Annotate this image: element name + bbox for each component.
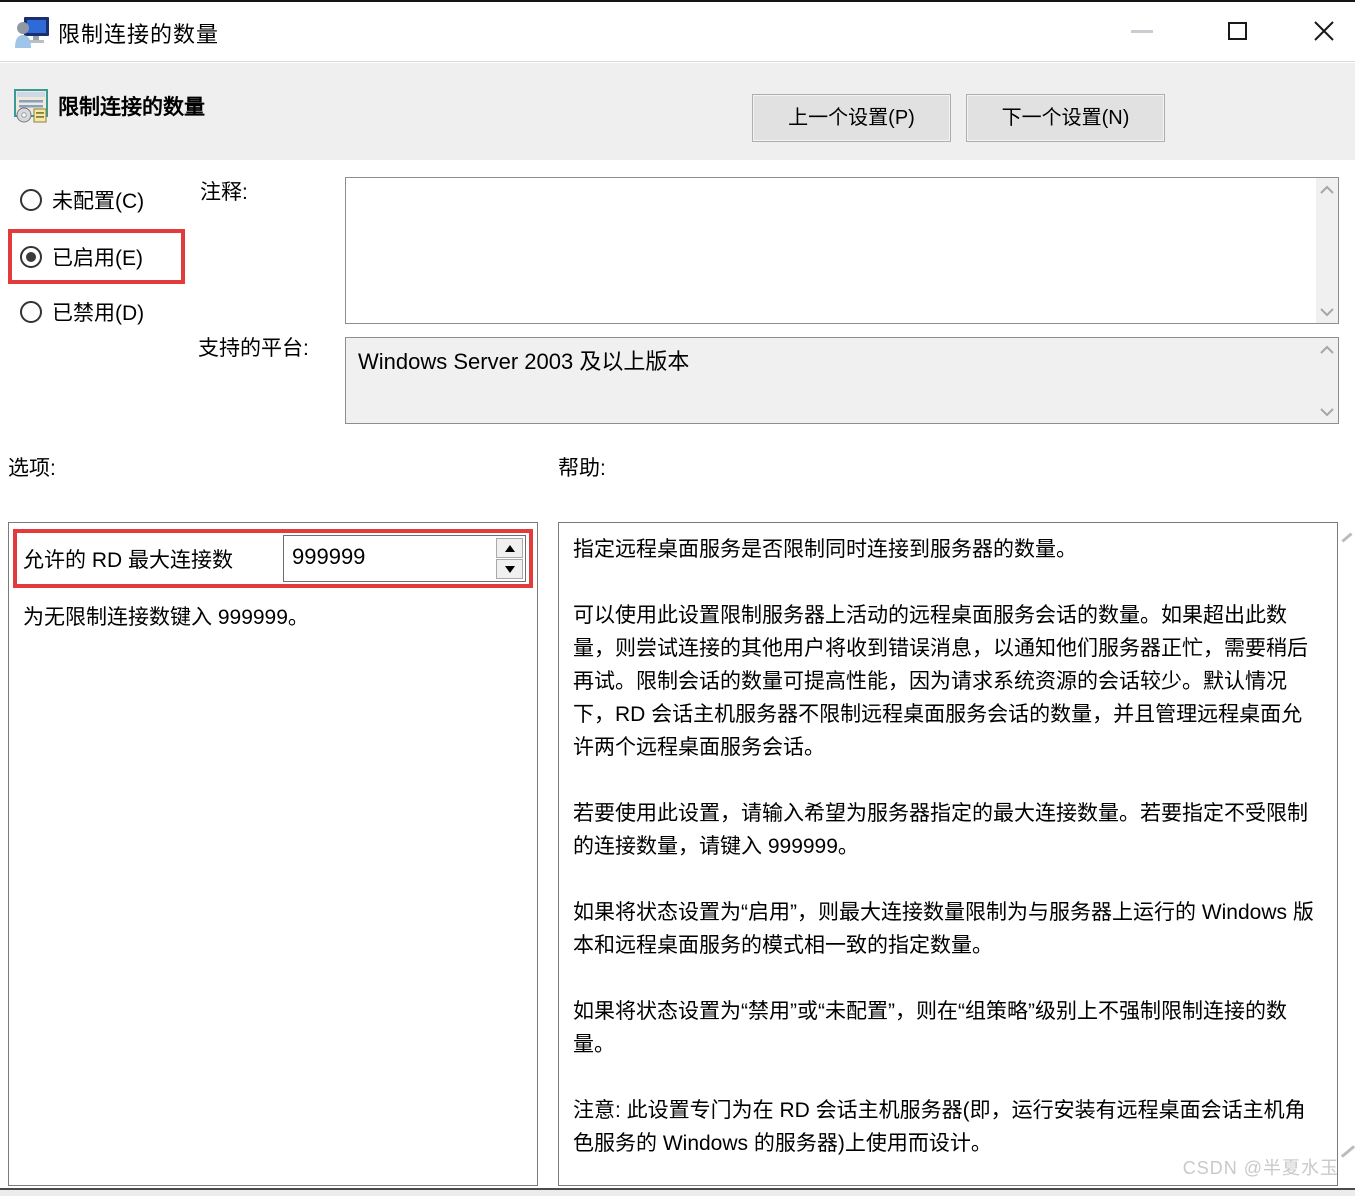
title-bar: 限制连接的数量 bbox=[0, 2, 1355, 62]
supported-on-field: Windows Server 2003 及以上版本 bbox=[345, 337, 1339, 424]
help-paragraph: 可以使用此设置限制服务器上活动的远程桌面服务会话的数量。如果超出此数量，则尝试连… bbox=[573, 604, 1308, 759]
policy-name: 限制连接的数量 bbox=[58, 96, 205, 119]
scroll-up-icon[interactable] bbox=[1316, 178, 1338, 200]
max-connections-label: 允许的 RD 最大连接数 bbox=[23, 549, 233, 572]
comment-scrollbar[interactable] bbox=[1316, 178, 1338, 323]
help-paragraph: 若要使用此设置，请输入希望为服务器指定的最大连接数量。若要指定不受限制的连接数量… bbox=[573, 802, 1308, 858]
comment-label: 注释: bbox=[200, 181, 248, 204]
window-title: 限制连接的数量 bbox=[58, 22, 220, 47]
next-setting-button[interactable]: 下一个设置(N) bbox=[966, 94, 1165, 142]
remote-desktop-app-icon bbox=[15, 17, 49, 48]
minimize-button[interactable] bbox=[1110, 2, 1174, 60]
radio-disabled-label: 已禁用(D) bbox=[52, 302, 145, 325]
help-paragraph: 注意: 此设置专门为在 RD 会话主机服务器(即，运行安装有远程桌面会话主机角色… bbox=[573, 1099, 1306, 1155]
radio-circle bbox=[20, 301, 42, 323]
group-policy-icon bbox=[14, 89, 48, 123]
help-paragraph: 指定远程桌面服务是否限制同时连接到服务器的数量。 bbox=[573, 538, 1077, 561]
radio-enabled-label: 已启用(E) bbox=[52, 247, 143, 270]
options-label: 选项: bbox=[8, 457, 56, 480]
comment-textarea[interactable] bbox=[345, 177, 1339, 324]
previous-setting-button[interactable]: 上一个设置(P) bbox=[752, 94, 951, 142]
max-connections-spinner[interactable]: 999999 bbox=[283, 535, 526, 582]
maximize-button[interactable] bbox=[1205, 2, 1269, 60]
max-connections-value: 999999 bbox=[292, 544, 366, 569]
radio-disabled[interactable]: 已禁用(D) bbox=[20, 297, 144, 327]
close-button[interactable] bbox=[1292, 2, 1355, 60]
radio-not-configured[interactable]: 未配置(C) bbox=[20, 185, 144, 215]
help-paragraph: 如果将状态设置为“禁用”或“未配置”，则在“组策略”级别上不强制限制连接的数量。 bbox=[573, 1000, 1287, 1056]
radio-circle bbox=[20, 189, 42, 211]
spinner-down-button[interactable] bbox=[496, 559, 523, 579]
help-panel: 指定远程桌面服务是否限制同时连接到服务器的数量。 可以使用此设置限制服务器上活动… bbox=[558, 522, 1338, 1186]
radio-circle-selected bbox=[20, 246, 42, 268]
help-text: 指定远程桌面服务是否限制同时连接到服务器的数量。 可以使用此设置限制服务器上活动… bbox=[573, 533, 1323, 1175]
radio-enabled[interactable]: 已启用(E) bbox=[20, 242, 143, 272]
decoration-mark bbox=[1341, 532, 1353, 543]
help-paragraph: 如果将状态设置为“启用”，则最大连接数量限制为与服务器上运行的 Windows … bbox=[573, 901, 1314, 957]
minimize-icon bbox=[1131, 29, 1153, 33]
maximize-icon bbox=[1227, 22, 1247, 40]
decoration-mark bbox=[1340, 1145, 1355, 1158]
close-icon bbox=[1314, 21, 1334, 41]
radio-not-configured-label: 未配置(C) bbox=[52, 190, 145, 213]
spinner-up-icon bbox=[504, 544, 515, 552]
watermark-text: CSDN @半夏水玉 bbox=[1182, 1158, 1339, 1178]
scroll-up-icon[interactable] bbox=[1316, 338, 1338, 360]
help-label: 帮助: bbox=[558, 457, 606, 480]
supported-on-label: 支持的平台: bbox=[198, 337, 309, 360]
unlimited-hint-text: 为无限制连接数键入 999999。 bbox=[23, 606, 309, 629]
policy-header: 限制连接的数量 上一个设置(P) 下一个设置(N) bbox=[0, 63, 1355, 160]
spinner-up-button[interactable] bbox=[496, 538, 523, 558]
supported-on-value: Windows Server 2003 及以上版本 bbox=[358, 349, 690, 374]
policy-setting-window: 限制连接的数量 限制连接的数量 上一个设置(P) 下一个设置(N) 未配置(C) bbox=[0, 0, 1355, 1190]
scroll-down-icon[interactable] bbox=[1316, 301, 1338, 323]
scroll-down-icon[interactable] bbox=[1316, 401, 1338, 423]
options-panel: 允许的 RD 最大连接数 999999 为无限制连接数键入 999999。 bbox=[8, 522, 538, 1186]
spinner-down-icon bbox=[504, 565, 515, 573]
supported-on-scrollbar[interactable] bbox=[1316, 338, 1338, 423]
